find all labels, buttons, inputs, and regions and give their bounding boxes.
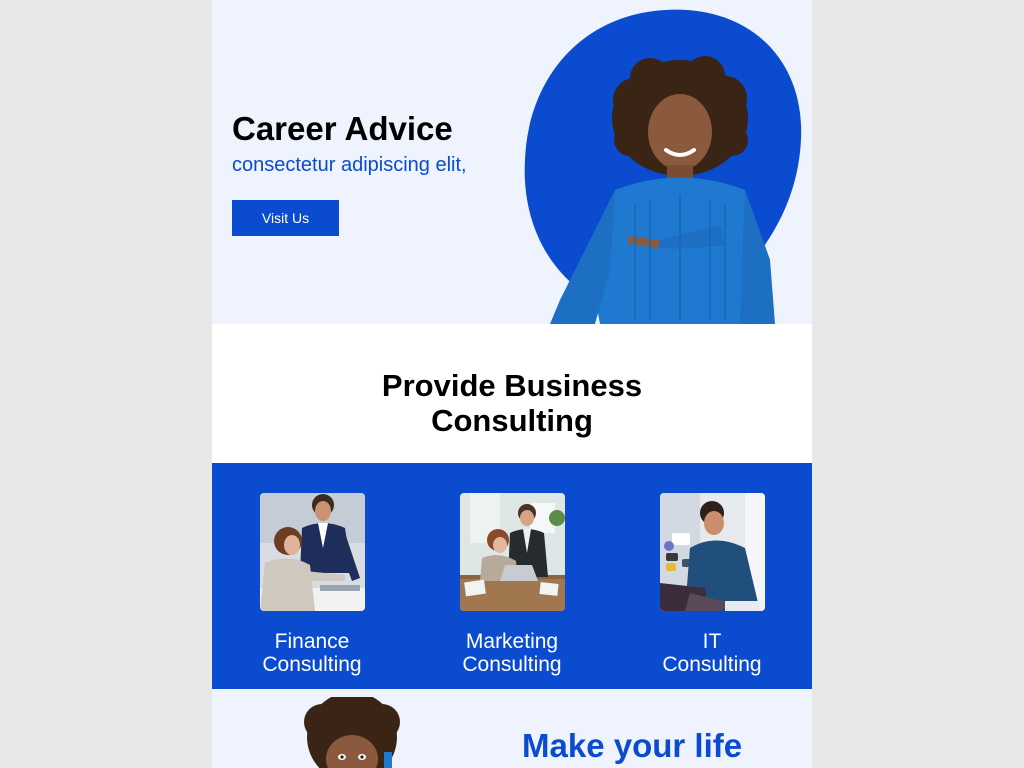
services-title-line-2: Consulting: [431, 403, 593, 438]
service-label-line-1: Finance: [274, 630, 350, 653]
services-title: Provide Business Consulting: [212, 368, 812, 438]
service-card-finance[interactable]: Finance Consulting: [212, 493, 412, 683]
service-label-line-2: Consulting: [462, 653, 562, 676]
services-heading-section: Provide Business Consulting: [212, 324, 812, 463]
hero-title: Career Advice: [232, 110, 453, 147]
service-label-line-2: Consulting: [662, 653, 762, 676]
it-consulting-image: [660, 493, 765, 611]
visit-us-button[interactable]: Visit Us: [232, 200, 339, 236]
service-label-line-2: Consulting: [262, 653, 362, 676]
marketing-consulting-image: [460, 493, 565, 611]
email-page: Career Advice consectetur adipiscing eli…: [212, 0, 812, 768]
service-card-it[interactable]: IT Consulting: [612, 493, 812, 683]
services-title-line-1: Provide Business: [381, 368, 643, 403]
finance-consulting-label: Finance Consulting: [212, 630, 412, 676]
service-card-marketing[interactable]: Marketing Consulting: [412, 493, 612, 683]
bottom-section: Make your life: [212, 689, 812, 768]
hero-section: Career Advice consectetur adipiscing eli…: [212, 0, 812, 324]
service-label-line-1: IT: [702, 630, 722, 653]
hero-woman-image: [524, 9, 802, 324]
smiling-woman-image: [304, 697, 400, 768]
service-label-line-1: Marketing: [465, 630, 559, 653]
marketing-consulting-label: Marketing Consulting: [412, 630, 612, 676]
services-grid: Finance Consulting Marketing Consulting …: [212, 463, 812, 689]
bottom-title: Make your life: [522, 727, 743, 764]
hero-subtitle: consectetur adipiscing elit,: [232, 154, 467, 176]
finance-consulting-image: [260, 493, 365, 611]
it-consulting-label: IT Consulting: [612, 630, 812, 676]
